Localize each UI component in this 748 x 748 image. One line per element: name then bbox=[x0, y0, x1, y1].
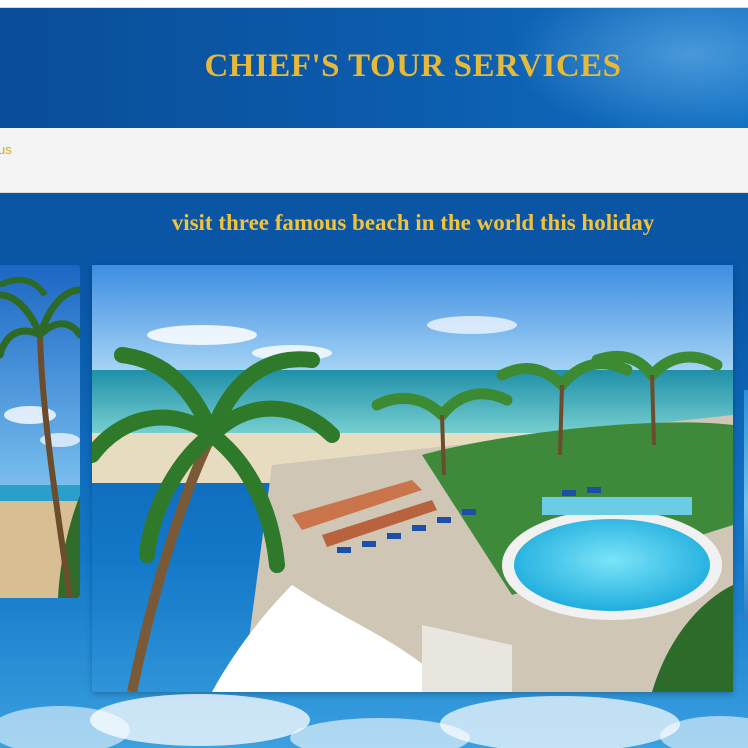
carousel-slide-next[interactable] bbox=[744, 390, 748, 620]
top-strip bbox=[0, 0, 748, 8]
site-header: CHIEF'S TOUR SERVICES bbox=[0, 8, 748, 128]
sky-clouds-background bbox=[0, 690, 748, 748]
site-title: CHIEF'S TOUR SERVICES bbox=[204, 48, 622, 84]
palm-beach-image bbox=[0, 265, 80, 598]
carousel-slide-previous[interactable] bbox=[0, 265, 80, 598]
headline: visit three famous beach in the world th… bbox=[171, 210, 655, 235]
nav-link-us[interactable]: us bbox=[0, 142, 12, 157]
resort-pool-image bbox=[92, 265, 733, 692]
nav-bar: us bbox=[0, 128, 748, 193]
carousel-slide-current[interactable] bbox=[92, 265, 733, 692]
